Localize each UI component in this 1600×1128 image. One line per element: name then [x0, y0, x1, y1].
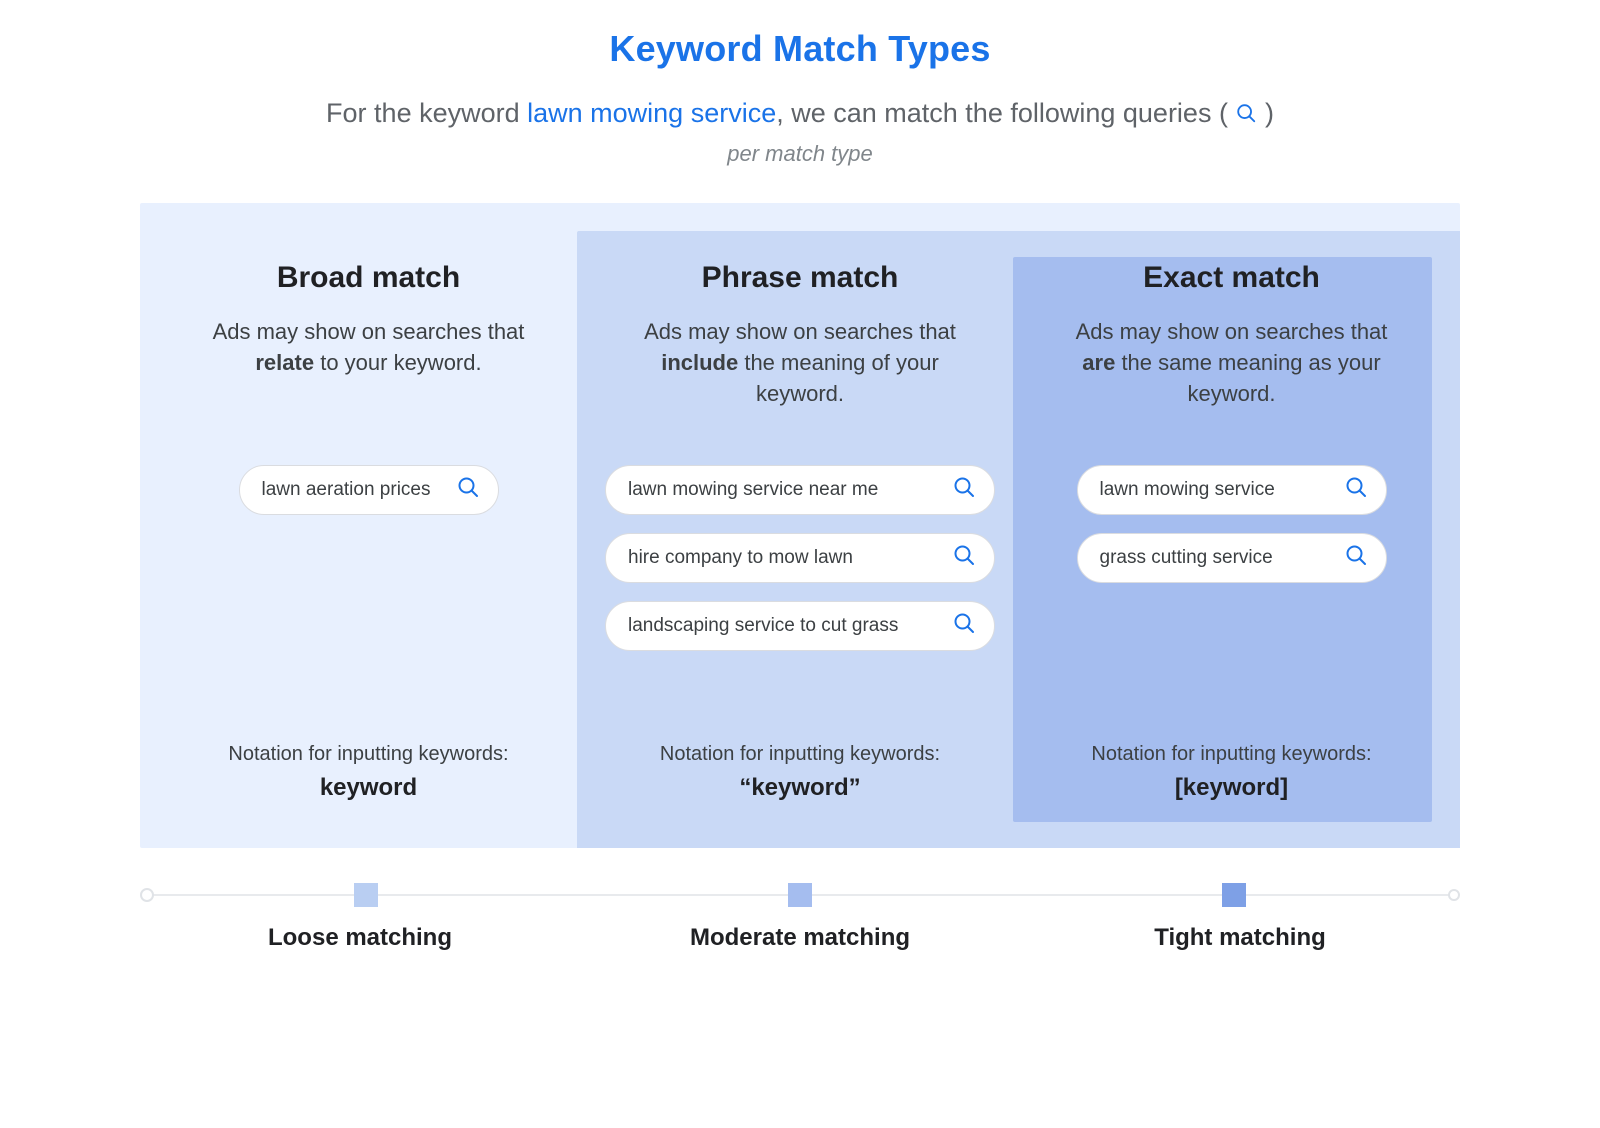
intro-prefix: For the keyword — [326, 98, 527, 128]
notation-block: Notation for inputting keywords: keyword — [228, 743, 508, 848]
column-phrase-match: Phrase match Ads may show on searches th… — [569, 243, 1031, 848]
query-text: grass cutting service — [1100, 547, 1273, 569]
desc-text: Ads may show on searches that — [213, 319, 525, 344]
match-types-panel: Broad match Ads may show on searches tha… — [140, 203, 1460, 848]
query-pill: hire company to mow lawn — [605, 533, 995, 583]
query-list: lawn aeration prices — [204, 465, 533, 743]
desc-bold: relate — [255, 350, 314, 375]
scale-label: Loose matching — [140, 924, 580, 952]
query-text: lawn aeration prices — [262, 479, 431, 501]
query-text: lawn mowing service near me — [628, 479, 878, 501]
query-pill: landscaping service to cut grass — [605, 601, 995, 651]
notation-value: [keyword] — [1091, 774, 1371, 802]
desc-text: to your keyword. — [314, 350, 482, 375]
page-title: Keyword Match Types — [140, 28, 1460, 70]
search-icon — [1235, 100, 1257, 131]
desc-bold: include — [661, 350, 738, 375]
search-icon — [952, 543, 976, 573]
intro-line: For the keyword lawn mowing service, we … — [140, 98, 1460, 131]
query-pill: lawn aeration prices — [239, 465, 499, 515]
scale-label: Moderate matching — [580, 924, 1020, 952]
query-list: lawn mowing service grass cutting servic… — [1067, 465, 1396, 743]
matching-scale: Loose matching Moderate matching Tight m… — [140, 894, 1460, 952]
column-title: Phrase match — [702, 261, 899, 295]
column-description: Ads may show on searches that relate to … — [204, 317, 533, 437]
query-pill: grass cutting service — [1077, 533, 1387, 583]
notation-value: “keyword” — [660, 774, 940, 802]
query-text: hire company to mow lawn — [628, 547, 853, 569]
search-icon — [456, 475, 480, 505]
desc-bold: are — [1082, 350, 1115, 375]
scale-marker — [788, 883, 812, 907]
column-title: Exact match — [1143, 261, 1320, 295]
desc-text: Ads may show on searches that — [644, 319, 956, 344]
notation-label: Notation for inputting keywords: — [1091, 743, 1371, 766]
query-text: landscaping service to cut grass — [628, 615, 898, 637]
query-pill: lawn mowing service near me — [605, 465, 995, 515]
search-icon — [952, 475, 976, 505]
scale-line — [150, 894, 1450, 896]
intro-mid: , we can match the following queries ( — [776, 98, 1235, 128]
scale-label: Tight matching — [1020, 924, 1460, 952]
desc-text: the same meaning as your keyword. — [1115, 350, 1380, 406]
intro-suffix: ) — [1257, 98, 1274, 128]
notation-block: Notation for inputting keywords: “keywor… — [660, 743, 940, 848]
column-title: Broad match — [277, 261, 460, 295]
search-icon — [1344, 543, 1368, 573]
notation-block: Notation for inputting keywords: [keywor… — [1091, 743, 1371, 848]
query-text: lawn mowing service — [1100, 479, 1275, 501]
search-icon — [952, 611, 976, 641]
intro-keyword: lawn mowing service — [527, 98, 776, 128]
query-pill: lawn mowing service — [1077, 465, 1387, 515]
notation-label: Notation for inputting keywords: — [228, 743, 508, 766]
intro-subtitle: per match type — [140, 141, 1460, 167]
notation-label: Notation for inputting keywords: — [660, 743, 940, 766]
notation-value: keyword — [228, 774, 508, 802]
search-icon — [1344, 475, 1368, 505]
desc-text: the meaning of your keyword. — [738, 350, 939, 406]
scale-marker — [354, 883, 378, 907]
scale-marker — [1222, 883, 1246, 907]
column-description: Ads may show on searches that include th… — [620, 317, 980, 437]
desc-text: Ads may show on searches that — [1076, 319, 1388, 344]
column-description: Ads may show on searches that are the sa… — [1067, 317, 1396, 437]
column-exact-match: Exact match Ads may show on searches tha… — [1031, 243, 1432, 848]
query-list: lawn mowing service near me hire company… — [605, 465, 995, 743]
column-broad-match: Broad match Ads may show on searches tha… — [168, 243, 569, 848]
